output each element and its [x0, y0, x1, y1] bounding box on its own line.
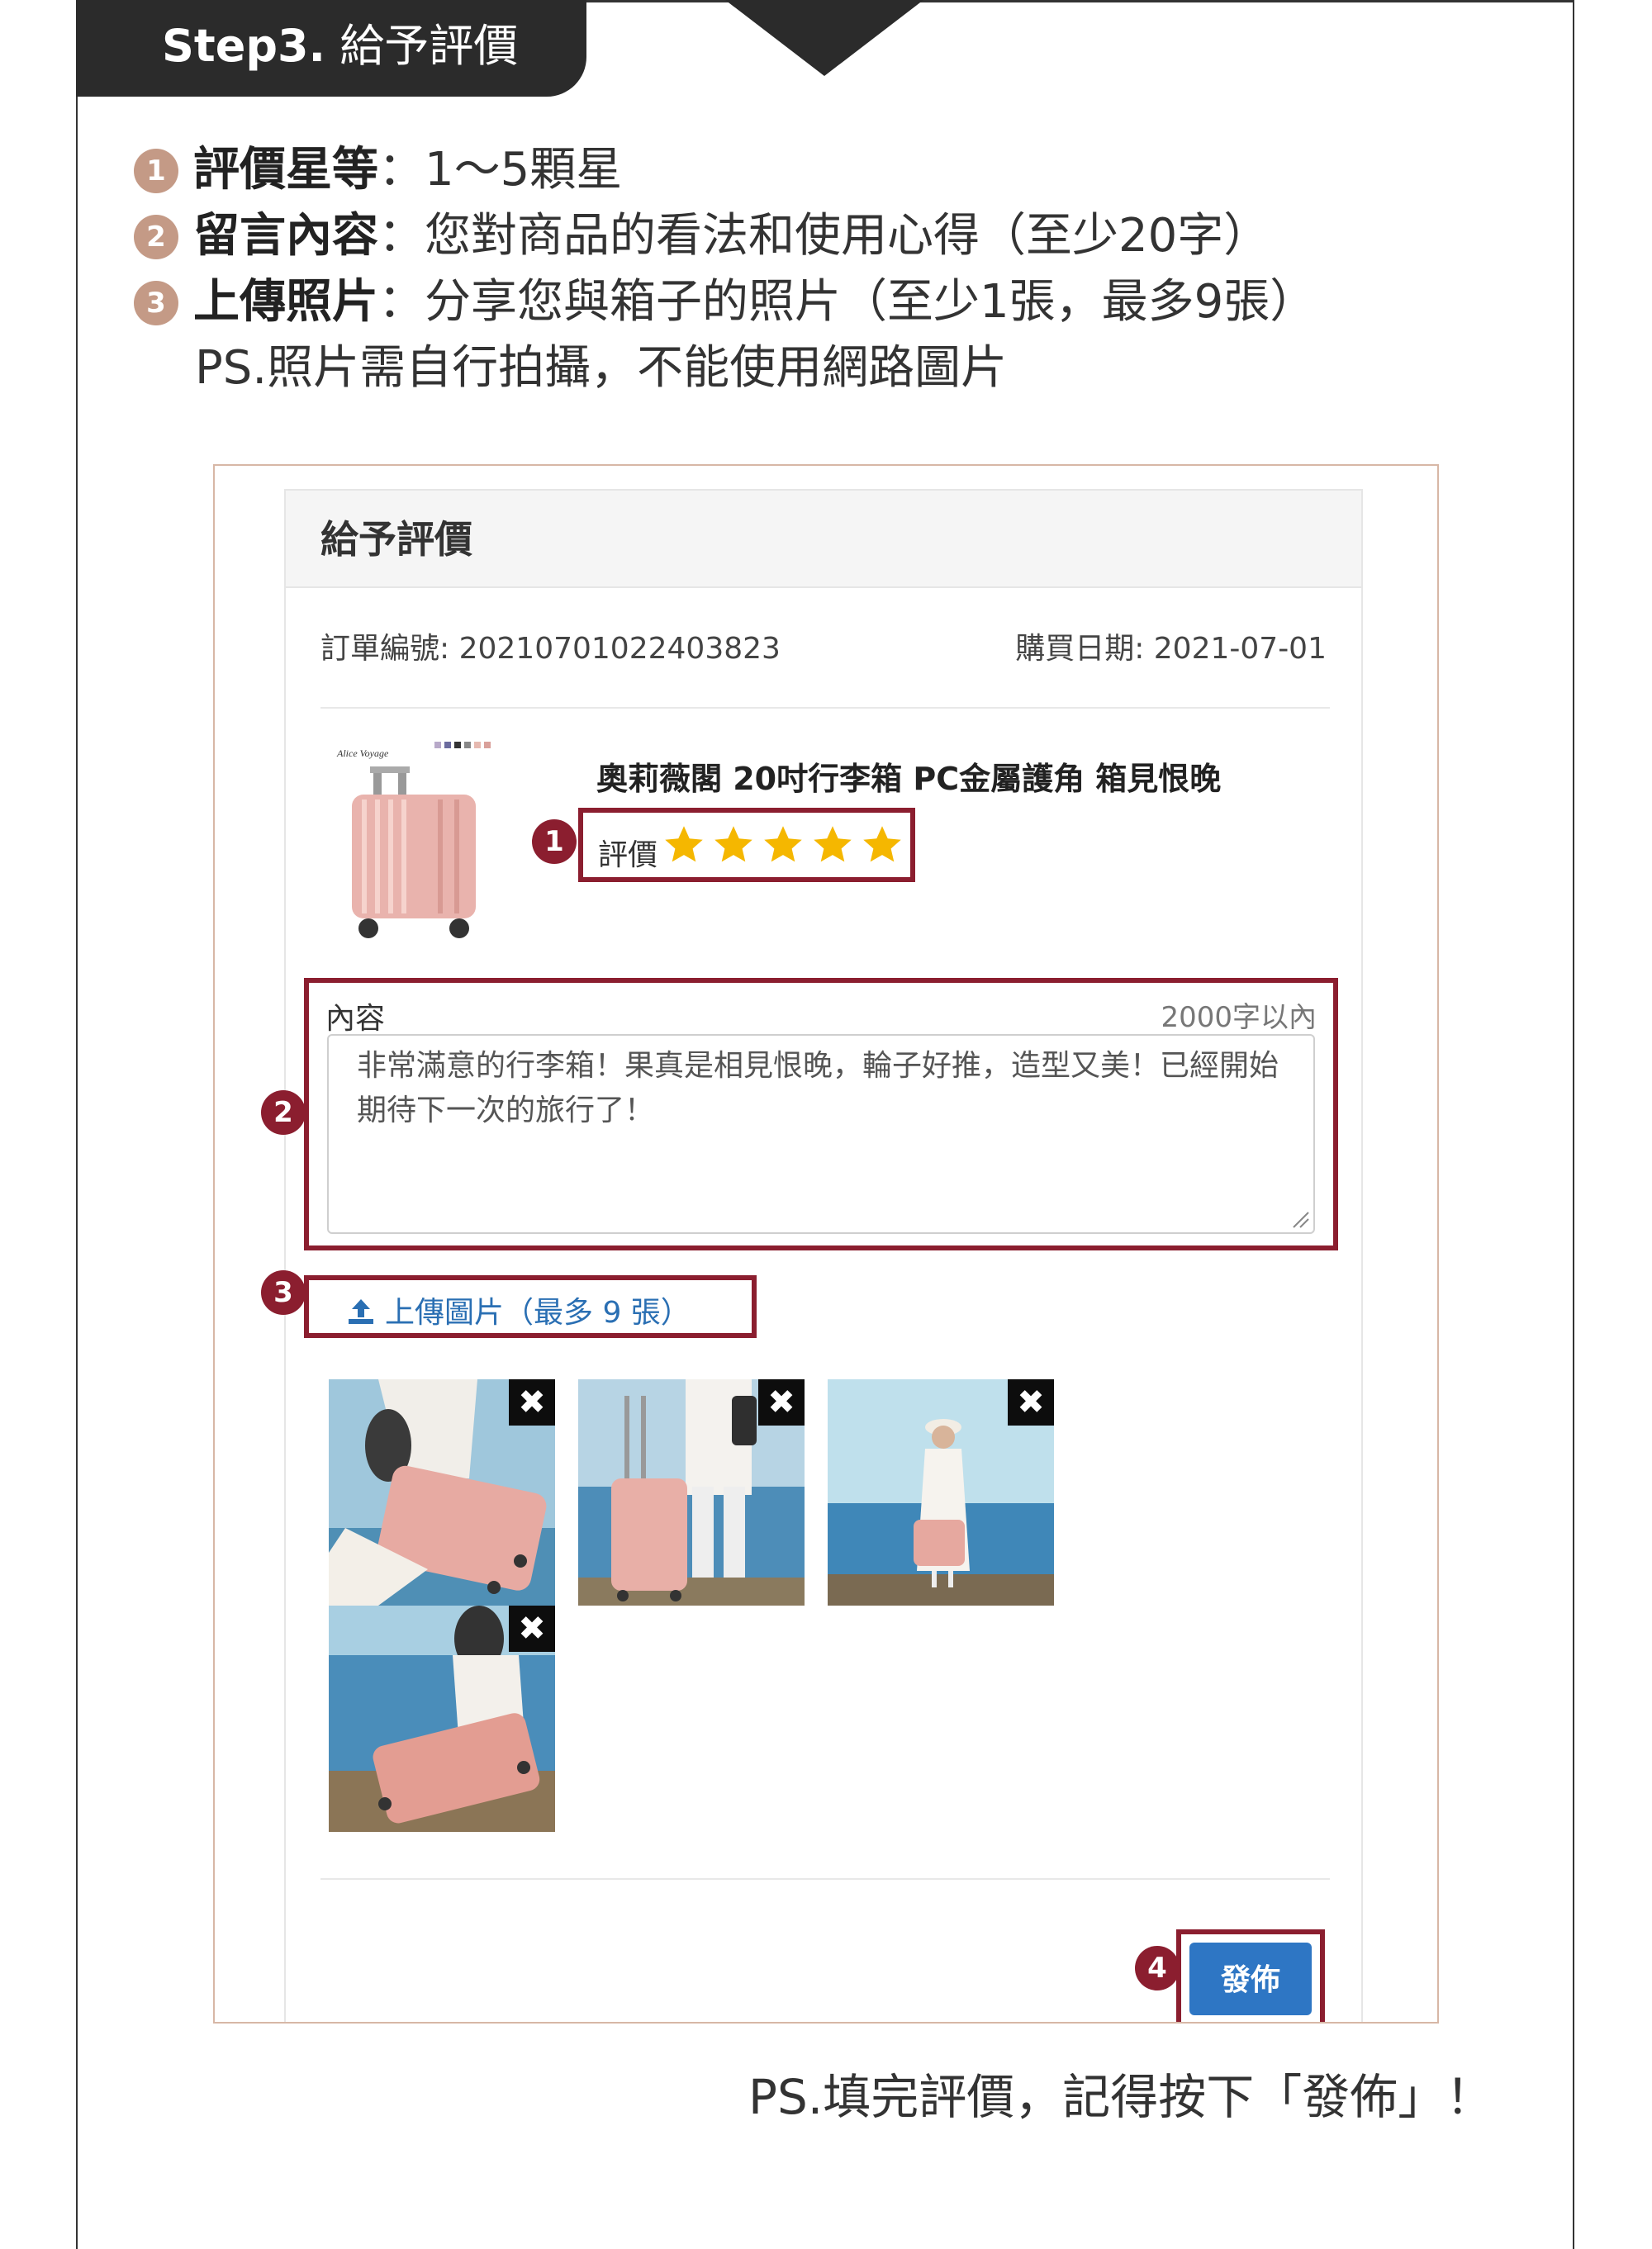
photo-note: PS.照片需自行拍攝，不能使用網路圖片: [195, 341, 1008, 395]
star-icon[interactable]: [662, 823, 705, 867]
review-form-screenshot: 給予評價 訂單編號: 20210701022403823 購買日期: 2021-…: [213, 464, 1439, 2024]
product-name: 奧莉薇閣 20吋行李箱 PC金屬護角 箱見恨晚: [596, 761, 1222, 797]
upload-photos-label: 上傳圖片（最多 9 張）: [385, 1296, 691, 1330]
review-content-text: 非常滿意的行李箱！果真是相見恨晚，輪子好推，造型又美！已經開始期待下一次的旅行了…: [357, 1049, 1279, 1127]
content-limit: 2000字以內: [1161, 1001, 1317, 1034]
divider: [320, 1878, 1330, 1880]
instruction-comment: 2 留言內容：您對商品的看法和使用心得（至少20字）: [134, 198, 1270, 265]
rating-label: 評價: [598, 838, 658, 872]
instruction-number-badge: 3: [134, 281, 178, 325]
divider: [320, 707, 1330, 709]
instruction-photos: 3 上傳照片：分享您與箱子的照片（至少1張，最多9張）: [134, 264, 1316, 331]
publish-button[interactable]: 發佈: [1189, 1943, 1312, 2015]
instruction-number-badge: 2: [134, 215, 178, 259]
instruction-text: ：分享您與箱子的照片（至少1張，最多9張）: [378, 275, 1317, 329]
instruction-rating: 1 評價星等：1～5顆星: [134, 132, 622, 199]
panel-title: 給予評價: [286, 491, 1361, 588]
uploaded-photo-2: ✖: [578, 1379, 805, 1606]
upload-photos-button[interactable]: 上傳圖片（最多 9 張）: [345, 1288, 691, 1331]
upload-icon: [349, 1299, 373, 1324]
rating-highlight: 評價: [578, 808, 915, 882]
review-content-textarea[interactable]: 非常滿意的行李箱！果真是相見恨晚，輪子好推，造型又美！已經開始期待下一次的旅行了…: [327, 1034, 1315, 1234]
uploaded-photo-4: ✖: [329, 1606, 555, 1832]
resize-handle-icon[interactable]: [1289, 1208, 1310, 1229]
publish-reminder: PS.填完評價，記得按下「發佈」！: [748, 2069, 1494, 2125]
upload-highlight: 上傳圖片（最多 9 張）: [304, 1275, 757, 1338]
uploaded-photo-3: ✖: [828, 1379, 1054, 1606]
content-label: 內容: [325, 1002, 386, 1036]
review-panel: 給予評價 訂單編號: 20210701022403823 購買日期: 2021-…: [284, 489, 1363, 2022]
instruction-label: 留言內容: [193, 209, 378, 263]
svg-text:Alice Voyage: Alice Voyage: [336, 747, 389, 759]
purchase-date: 購買日期: 2021-07-01: [1015, 632, 1327, 666]
frame-right-border: [1573, 0, 1574, 2249]
instruction-number-badge: 1: [134, 149, 178, 193]
publish-highlight: 發佈: [1176, 1929, 1325, 2022]
star-icon[interactable]: [811, 823, 854, 867]
step-prefix: Step3.: [162, 20, 326, 72]
callout-3: 3: [261, 1270, 306, 1315]
callout-1: 1: [532, 819, 577, 864]
instruction-label: 評價星等: [193, 143, 378, 197]
remove-photo-button[interactable]: ✖: [509, 1379, 555, 1426]
remove-photo-button[interactable]: ✖: [1008, 1379, 1054, 1426]
instruction-text: ：1～5顆星: [378, 143, 623, 197]
step-tab: Step3. 給予評價: [76, 0, 586, 97]
star-icon[interactable]: [861, 823, 904, 867]
frame-left-border: [76, 0, 78, 2249]
star-icon[interactable]: [712, 823, 755, 867]
callout-2: 2: [261, 1090, 306, 1135]
remove-photo-button[interactable]: ✖: [758, 1379, 805, 1426]
order-number: 訂單編號: 20210701022403823: [320, 632, 781, 666]
instruction-text: ：您對商品的看法和使用心得（至少20字）: [378, 209, 1270, 263]
star-icon[interactable]: [762, 823, 805, 867]
remove-photo-button[interactable]: ✖: [509, 1606, 555, 1652]
uploaded-photo-1: ✖: [329, 1379, 555, 1606]
header-notch: [725, 0, 923, 76]
step-title: 給予評價: [339, 20, 519, 72]
product-image: Alice Voyage: [322, 737, 512, 943]
instruction-label: 上傳照片: [193, 275, 378, 329]
callout-4: 4: [1135, 1946, 1180, 1990]
content-highlight: 內容 2000字以內 非常滿意的行李箱！果真是相見恨晚，輪子好推，造型又美！已經…: [304, 978, 1338, 1250]
